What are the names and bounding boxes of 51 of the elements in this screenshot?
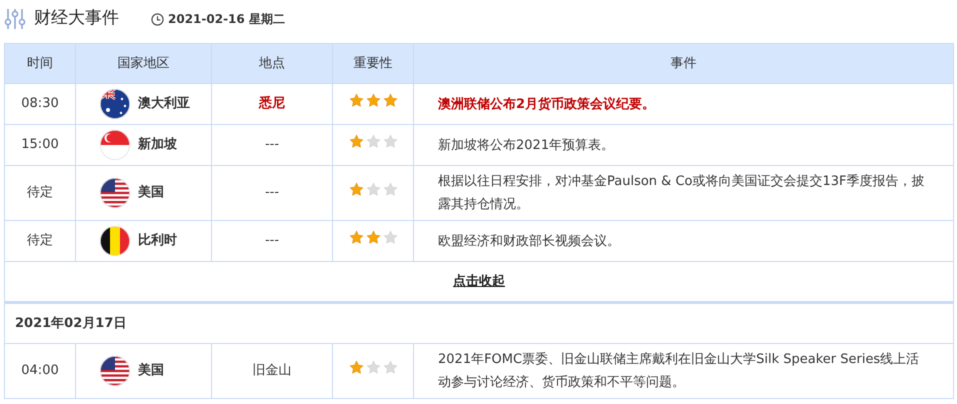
- star-icon: [382, 134, 398, 150]
- clock-icon: [151, 12, 164, 26]
- star-icon: [348, 182, 364, 198]
- location-cell: 旧金山: [212, 344, 332, 398]
- event-cell: 澳洲联储公布2月货币政策会议纪要。: [414, 84, 954, 124]
- event-cell: 欧盟经济和财政部长视频会议。: [414, 220, 954, 262]
- date-label: 2021-02-16 星期二: [168, 11, 285, 28]
- star-icon: [382, 93, 398, 108]
- flag-icon: [100, 89, 130, 119]
- event-cell: 新加坡将公布2021年预算表。: [414, 124, 954, 166]
- star-icon: [348, 93, 364, 108]
- sliders-icon: [4, 7, 26, 31]
- time-cell: 04:00: [4, 344, 76, 398]
- location-cell: ---: [212, 124, 332, 166]
- column-header: 重要性: [332, 44, 414, 84]
- star-icon: [366, 360, 380, 376]
- column-header: 地点: [212, 44, 332, 84]
- column-header: 时间: [4, 44, 76, 84]
- time-cell: 待定: [4, 220, 76, 262]
- event-cell: 根据以往日程安排，对冲基金Paulson & Co或将向美国证交会提交13F季度报告，披露其持仓情况。: [414, 166, 954, 220]
- section-title: 财经大事件: [34, 7, 119, 30]
- star-icon: [382, 360, 398, 376]
- column-header: 国家地区: [76, 44, 212, 84]
- flag-icon: [100, 130, 130, 160]
- column-header: 事件: [414, 44, 954, 84]
- flag-icon: [100, 356, 130, 386]
- event-cell: 2021年FOMC票委、旧金山联储主席戴利在旧金山大学Silk Speaker Series线上活动参与讨论经济、货币政策和不平等问题。: [414, 344, 954, 398]
- country-name: 新加坡: [138, 136, 177, 154]
- date-heading: 2021年02月17日: [4, 302, 954, 344]
- country-name: 澳大利亚: [138, 95, 190, 114]
- flag-icon: [100, 178, 130, 208]
- star-icon: [348, 230, 364, 246]
- time-cell: 08:30: [4, 84, 76, 124]
- location-cell: 悉尼: [212, 84, 332, 124]
- star-icon: [366, 230, 380, 246]
- time-cell: 15:00: [4, 124, 76, 166]
- country-name: 比利时: [138, 232, 177, 250]
- location-cell: ---: [212, 220, 332, 262]
- star-icon: [366, 93, 380, 108]
- collapse-link[interactable]: 点击收起: [453, 274, 505, 289]
- location-cell: ---: [212, 166, 332, 220]
- star-icon: [366, 182, 380, 198]
- star-icon: [366, 134, 380, 150]
- flag-icon: [100, 226, 130, 256]
- star-icon: [382, 182, 398, 198]
- star-icon: [348, 134, 364, 150]
- time-cell: 待定: [4, 166, 76, 220]
- star-icon: [382, 230, 398, 246]
- star-icon: [348, 360, 364, 376]
- country-name: 美国: [138, 362, 164, 380]
- country-name: 美国: [138, 184, 164, 202]
